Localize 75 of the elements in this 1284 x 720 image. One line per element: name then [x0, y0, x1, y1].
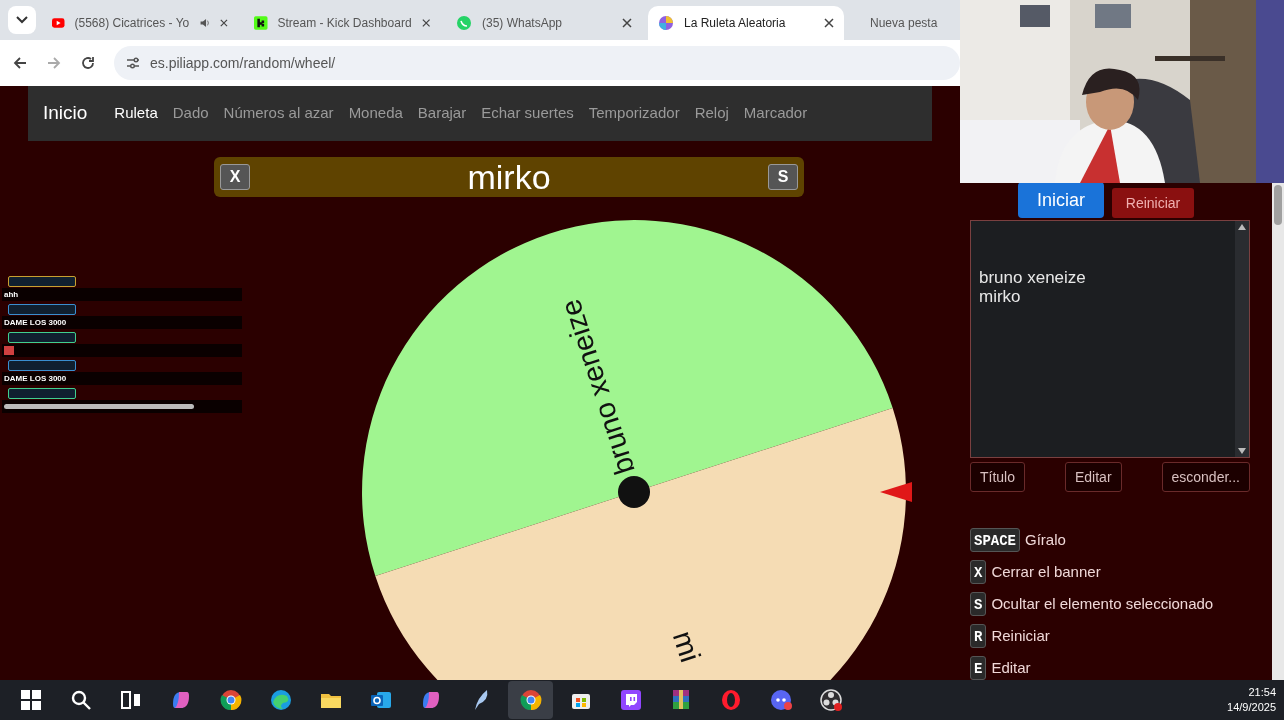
browser-tab[interactable]: Nueva pesta: [850, 6, 940, 40]
segment-label: mi: [666, 627, 707, 667]
wheel-hub: [618, 476, 650, 509]
page-scrollbar[interactable]: [1272, 183, 1284, 680]
shortcut-label: Cerrar el banner: [991, 561, 1101, 582]
back-icon[interactable]: [12, 55, 28, 71]
segment-label: bruno xeneize: [554, 295, 641, 479]
nav-link[interactable]: Marcador: [743, 102, 808, 125]
reset-button[interactable]: Reiniciar: [1112, 188, 1194, 218]
chrome-icon: [218, 688, 243, 712]
tab-search-button[interactable]: [8, 6, 36, 34]
chat-message: DAME LOS 3000: [4, 316, 67, 329]
chrome-icon: [518, 688, 543, 712]
panel-button[interactable]: esconder...: [1161, 462, 1250, 492]
close-icon[interactable]: [421, 18, 430, 28]
close-key-button[interactable]: X: [220, 164, 250, 191]
clock-time[interactable]: 21:54: [1248, 685, 1276, 700]
browser-tab[interactable]: Stream - Kick Dashboard: [244, 6, 440, 40]
tab-title: La Ruleta Aleatoria: [684, 15, 787, 32]
keyboard-key: SPACE: [970, 528, 1020, 552]
taskbar-button[interactable]: [508, 681, 553, 719]
wheel-icon: [658, 15, 674, 31]
nav-link[interactable]: Echar suertes: [481, 102, 574, 125]
address-bar[interactable]: es.piliapp.com/random/wheel/: [114, 46, 960, 80]
tab-title: Nueva pesta: [870, 15, 938, 32]
site-settings-icon[interactable]: [126, 56, 140, 70]
start-button[interactable]: Iniciar: [1018, 182, 1104, 218]
tab-title: Stream - Kick Dashboard: [277, 15, 412, 32]
shortcut-label: Gíralo: [1025, 529, 1066, 550]
tab-title: (5568) Cicatrices - Yo: [74, 15, 190, 32]
caret-icon: [16, 16, 28, 24]
scroll-down-icon[interactable]: [1238, 448, 1246, 454]
chat-message: ahh: [4, 288, 19, 301]
close-icon[interactable]: [622, 18, 632, 28]
browser-tab[interactable]: (35) WhatsApp: [446, 6, 642, 40]
panel-button[interactable]: Título: [970, 462, 1025, 492]
brand-link[interactable]: Inicio: [43, 99, 88, 128]
shortcut-label: Ocultar el elemento seleccionado: [991, 593, 1214, 614]
shortcut-label: Reiniciar: [991, 625, 1050, 646]
windows-icon: [18, 688, 43, 712]
twitch-icon: [618, 688, 643, 712]
scroll-up-icon[interactable]: [1238, 224, 1246, 230]
keyboard-key: E: [970, 656, 987, 680]
clock-date[interactable]: 14/9/2025: [1227, 700, 1276, 715]
close-icon[interactable]: [824, 18, 834, 28]
pointer-icon: [880, 482, 912, 503]
chat-message: DAME LOS 3000: [4, 372, 67, 385]
keyboard-key: S: [970, 592, 987, 616]
panel-button[interactable]: Editar: [1064, 462, 1122, 492]
whatsapp-icon: [456, 15, 472, 31]
nav-link[interactable]: Barajar: [417, 102, 467, 125]
nav-link[interactable]: Dado: [172, 102, 209, 125]
nav-link[interactable]: Reloj: [694, 102, 729, 125]
hide-key-button[interactable]: S: [768, 164, 798, 191]
youtube-icon: [52, 15, 65, 31]
url-text: es.piliapp.com/random/wheel/: [150, 53, 336, 73]
tab-title: (35) WhatsApp: [482, 15, 564, 32]
shortcut-label: Editar: [991, 657, 1031, 678]
reload-icon[interactable]: [80, 55, 96, 71]
keyboard-key: R: [970, 624, 987, 648]
browser-tab[interactable]: (5568) Cicatrices - Yo: [42, 6, 238, 40]
close-icon[interactable]: [220, 18, 228, 28]
nav-link[interactable]: Temporizador: [588, 102, 680, 125]
emote-icon: [4, 346, 14, 355]
nav-link[interactable]: Números al azar: [223, 102, 334, 125]
scrollbar-thumb[interactable]: [1274, 185, 1282, 225]
result-text: mirko: [467, 156, 551, 198]
speaker-icon[interactable]: [199, 16, 211, 30]
nav-link[interactable]: Ruleta: [114, 102, 158, 125]
keyboard-key: X: [970, 560, 987, 584]
nav-link[interactable]: Moneda: [348, 102, 403, 125]
wheel-drawing[interactable]: [362, 220, 906, 680]
textarea-scrollbar[interactable]: [1235, 221, 1249, 457]
browser-tab[interactable]: La Ruleta Aleatoria: [648, 6, 844, 40]
task-view-icon: [118, 688, 143, 712]
